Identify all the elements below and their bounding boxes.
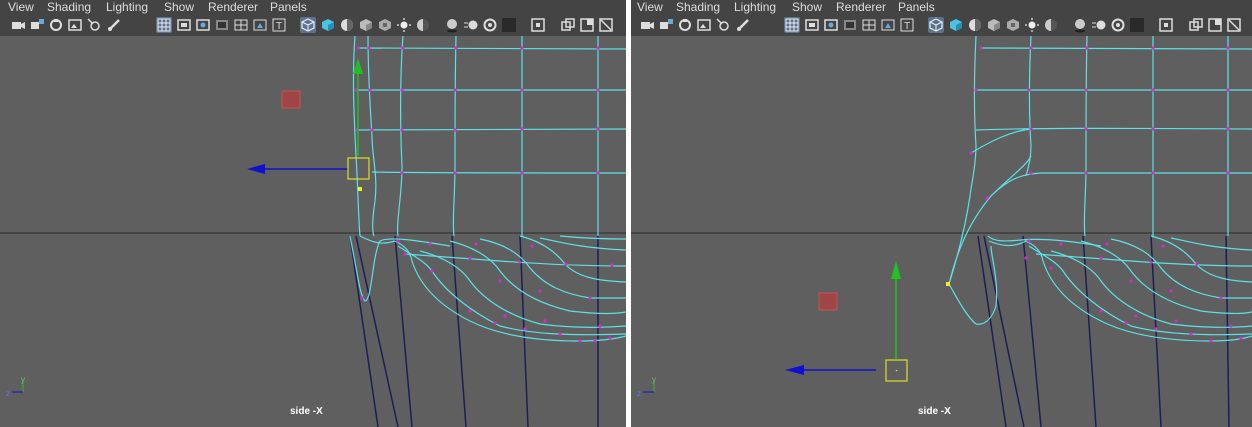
camera-move-icon[interactable]	[715, 17, 731, 33]
bookmark-icon[interactable]	[677, 17, 693, 33]
motion-blur-icon[interactable]	[1091, 17, 1107, 33]
safe-action-icon[interactable]	[252, 17, 268, 33]
menu-renderer[interactable]: Renderer	[836, 0, 886, 15]
camera-lock-icon[interactable]	[29, 17, 45, 33]
field-chart-icon[interactable]	[861, 17, 877, 33]
image-plane-icon[interactable]	[67, 17, 83, 33]
menu-panels[interactable]: Panels	[270, 0, 307, 15]
camera-move-icon[interactable]	[86, 17, 102, 33]
default-material-icon[interactable]	[986, 17, 1002, 33]
svg-text:T: T	[904, 21, 910, 32]
menu-lighting[interactable]: Lighting	[734, 0, 776, 15]
safe-title-icon[interactable]: T	[271, 17, 287, 33]
textured-icon[interactable]	[1005, 17, 1021, 33]
shade-wireframe-icon[interactable]	[967, 17, 983, 33]
camera-name-label: side -X	[290, 406, 323, 417]
xray-joints-icon[interactable]	[1207, 17, 1223, 33]
shadows-icon[interactable]	[1043, 17, 1059, 33]
grid-icon[interactable]	[784, 17, 800, 33]
resolution-gate-icon[interactable]	[195, 17, 211, 33]
mesh-wireframe-upper	[352, 36, 626, 237]
xray-components-icon[interactable]	[598, 17, 614, 33]
field-chart-icon[interactable]	[233, 17, 249, 33]
camera-lock-icon[interactable]	[658, 17, 674, 33]
smooth-shade-icon[interactable]	[320, 17, 336, 33]
viewport-panel-left[interactable]: View Shading Lighting Show Renderer Pane…	[0, 0, 626, 427]
screen-space-ao-icon[interactable]	[444, 17, 460, 33]
menu-renderer[interactable]: Renderer	[208, 0, 258, 15]
pencil-icon[interactable]	[106, 17, 122, 33]
move-manipulator	[785, 261, 908, 382]
pencil-icon[interactable]	[735, 17, 751, 33]
viewport-canvas[interactable]: y z side -X	[0, 36, 626, 427]
camera-icon[interactable]	[10, 17, 26, 33]
film-gate-icon[interactable]	[804, 17, 820, 33]
lights-icon[interactable]	[396, 17, 412, 33]
image-plane-icon[interactable]	[696, 17, 712, 33]
viewport-canvas[interactable]: y z side -X	[631, 36, 1252, 427]
pivot-plane-handle	[818, 292, 838, 311]
mesh-wireframe-lower	[349, 235, 626, 342]
shadows-icon[interactable]	[415, 17, 431, 33]
menu-show[interactable]: Show	[164, 0, 194, 15]
xray-icon[interactable]	[1188, 17, 1204, 33]
move-manipulator	[247, 58, 370, 180]
menu-panels[interactable]: Panels	[898, 0, 935, 15]
safe-title-icon[interactable]: T	[899, 17, 915, 33]
svg-text:T: T	[276, 21, 282, 32]
depth-of-field-icon[interactable]	[1129, 17, 1145, 33]
wireframe-icon[interactable]	[300, 17, 316, 33]
smooth-shade-icon[interactable]	[948, 17, 964, 33]
grid-icon[interactable]	[156, 17, 172, 33]
shade-wireframe-icon[interactable]	[339, 17, 355, 33]
lights-icon[interactable]	[1024, 17, 1040, 33]
axis-label-y: y	[21, 375, 25, 384]
selected-vertex	[946, 282, 950, 286]
selected-vertex	[358, 187, 362, 191]
scene-view[interactable]	[0, 36, 626, 427]
panel-toolbar: T	[631, 15, 1252, 36]
menu-show[interactable]: Show	[792, 0, 822, 15]
safe-action-icon[interactable]	[880, 17, 896, 33]
xray-icon[interactable]	[560, 17, 576, 33]
isolate-select-icon[interactable]	[530, 17, 546, 33]
axis-label-y: y	[652, 375, 656, 384]
panel-menubar: View Shading Lighting Show Renderer Pane…	[631, 0, 1252, 15]
camera-icon[interactable]	[639, 17, 655, 33]
axis-label-z: z	[637, 389, 641, 398]
camera-name-label: side -X	[918, 406, 951, 417]
resolution-gate-icon[interactable]	[823, 17, 839, 33]
mesh-vertices	[969, 46, 1243, 343]
menu-lighting[interactable]: Lighting	[106, 0, 148, 15]
menu-shading[interactable]: Shading	[676, 0, 720, 15]
xray-joints-icon[interactable]	[579, 17, 595, 33]
isolate-select-icon[interactable]	[1158, 17, 1174, 33]
panel-toolbar: T	[0, 15, 626, 36]
screen-space-ao-icon[interactable]	[1072, 17, 1088, 33]
xray-components-icon[interactable]	[1226, 17, 1242, 33]
gate-mask-icon[interactable]	[842, 17, 858, 33]
gate-mask-icon[interactable]	[214, 17, 230, 33]
anti-aliasing-icon[interactable]	[1110, 17, 1126, 33]
scene-view[interactable]	[631, 36, 1252, 427]
viewport-panel-right[interactable]: View Shading Lighting Show Renderer Pane…	[631, 0, 1252, 427]
panel-menubar: View Shading Lighting Show Renderer Pane…	[0, 0, 626, 15]
motion-blur-icon[interactable]	[463, 17, 479, 33]
pivot-plane-handle	[281, 90, 301, 109]
wireframe-icon[interactable]	[928, 17, 944, 33]
default-material-icon[interactable]	[358, 17, 374, 33]
film-gate-icon[interactable]	[176, 17, 192, 33]
menu-view[interactable]: View	[8, 0, 34, 15]
menu-shading[interactable]: Shading	[47, 0, 91, 15]
mesh-vertices	[354, 46, 614, 343]
anti-aliasing-icon[interactable]	[482, 17, 498, 33]
menu-view[interactable]: View	[637, 0, 663, 15]
axis-label-z: z	[6, 389, 10, 398]
bookmark-icon[interactable]	[48, 17, 64, 33]
textured-icon[interactable]	[377, 17, 393, 33]
depth-of-field-icon[interactable]	[501, 17, 517, 33]
